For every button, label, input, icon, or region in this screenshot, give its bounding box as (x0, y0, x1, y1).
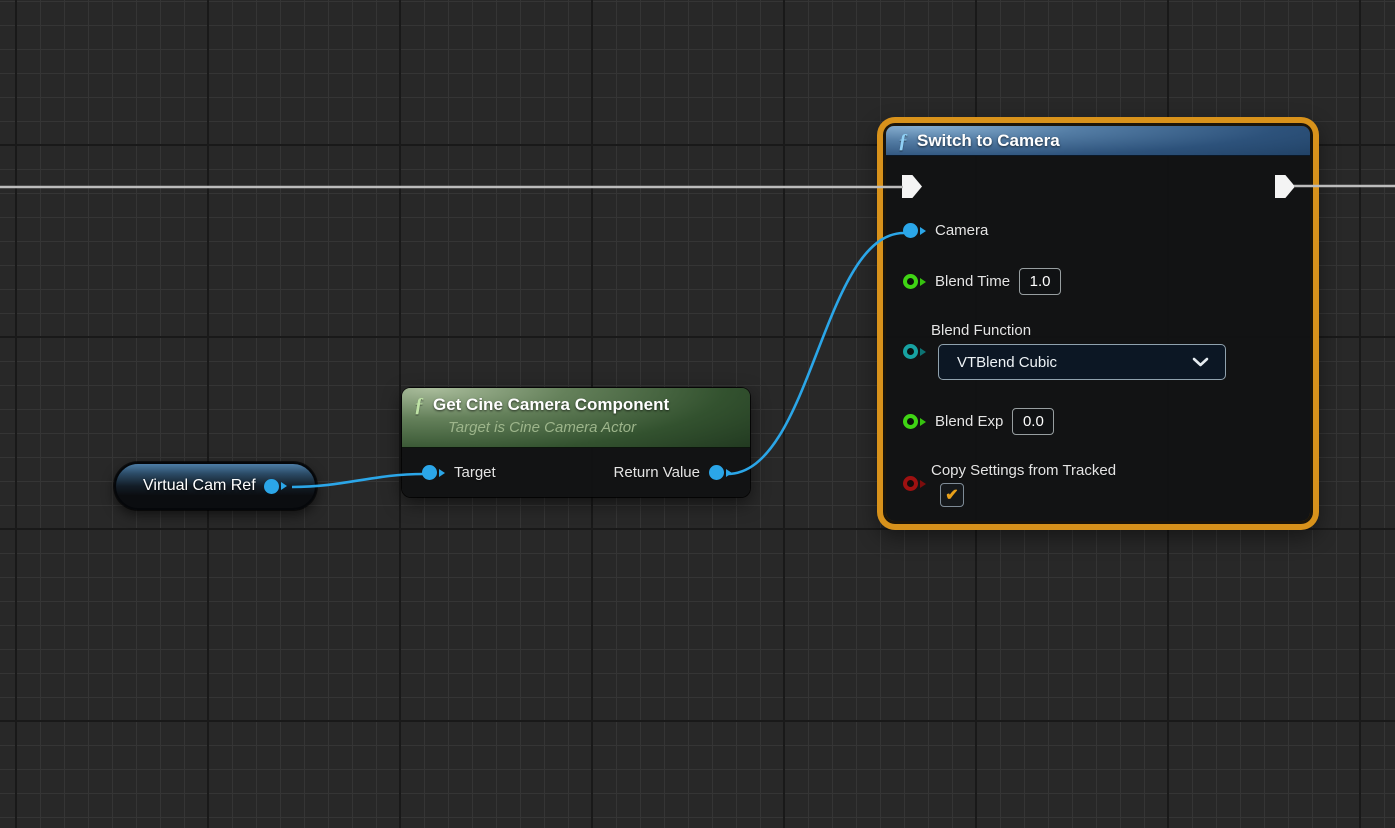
blend-function-pin-row (903, 344, 926, 359)
float-pin-icon (903, 414, 918, 429)
node-header[interactable]: ƒ Get Cine Camera Component Target is Ci… (402, 388, 750, 448)
copy-settings-pin-row (903, 476, 926, 491)
camera-pin-row: Camera (903, 222, 988, 239)
object-pin-icon (422, 465, 437, 480)
target-pin-row: Target (422, 464, 496, 481)
pin-arrow-icon (920, 227, 926, 235)
blend-function-selected-value: VTBlend Cubic (957, 354, 1057, 371)
checkmark-icon: ✔ (945, 485, 958, 505)
blend-exp-pin-label: Blend Exp (935, 413, 1003, 430)
variable-name-label: Virtual Cam Ref (143, 477, 256, 495)
node-header[interactable]: ƒ Switch to Camera (886, 126, 1310, 156)
blend-exp-value-field[interactable]: 0.0 (1012, 408, 1054, 435)
bool-pin-icon (903, 476, 918, 491)
wire-return-value-to-camera[interactable] (727, 233, 904, 474)
pin-arrow-icon (920, 348, 926, 356)
blend-function-dropdown[interactable]: VTBlend Cubic (938, 344, 1226, 380)
node-title: Switch to Camera (917, 131, 1060, 151)
pin-arrow-icon (920, 278, 926, 286)
return-value-pin-label: Return Value (614, 464, 700, 481)
camera-pin-label: Camera (935, 222, 988, 239)
virtual-cam-ref-output-pin[interactable] (264, 479, 287, 494)
exec-input-pin-row (902, 175, 922, 198)
copy-settings-checkbox[interactable]: ✔ (940, 483, 964, 507)
camera-input-pin[interactable] (903, 223, 926, 238)
target-input-pin[interactable] (422, 465, 445, 480)
return-value-output-pin[interactable] (709, 465, 732, 480)
copy-settings-input-pin[interactable] (903, 476, 926, 491)
target-pin-label: Target (454, 464, 496, 481)
function-icon: ƒ (414, 395, 424, 415)
function-icon: ƒ (898, 131, 908, 151)
pin-arrow-icon (726, 469, 732, 477)
object-pin-icon (264, 479, 279, 494)
node-virtual-cam-ref[interactable]: Virtual Cam Ref (114, 462, 317, 510)
blend-time-pin-label: Blend Time (935, 273, 1010, 290)
blend-time-input-pin[interactable] (903, 274, 926, 289)
blend-function-input-pin[interactable] (903, 344, 926, 359)
exec-output-pin-icon[interactable] (1275, 175, 1295, 198)
node-switch-to-camera[interactable]: ƒ Switch to Camera Camera Blend Time 1.0 (886, 126, 1310, 521)
blend-function-pin-label: Blend Function (931, 322, 1031, 339)
chevron-down-icon (1192, 357, 1209, 368)
object-pin-icon (903, 223, 918, 238)
blend-time-value-field[interactable]: 1.0 (1019, 268, 1061, 295)
pin-arrow-icon (920, 418, 926, 426)
exec-input-pin-icon[interactable] (902, 175, 922, 198)
node-subtitle: Target is Cine Camera Actor (448, 419, 636, 436)
blend-exp-pin-row: Blend Exp 0.0 (903, 408, 1054, 435)
exec-output-pin-row (1275, 175, 1295, 198)
float-pin-icon (903, 274, 918, 289)
enum-pin-icon (903, 344, 918, 359)
blend-time-pin-row: Blend Time 1.0 (903, 268, 1061, 295)
node-get-cine-camera-component[interactable]: ƒ Get Cine Camera Component Target is Ci… (402, 388, 750, 497)
blend-exp-input-pin[interactable] (903, 414, 926, 429)
return-value-pin-row: Return Value (614, 464, 732, 481)
pin-arrow-icon (281, 482, 287, 490)
pin-arrow-icon (920, 480, 926, 488)
blueprint-graph-canvas[interactable]: Virtual Cam Ref ƒ Get Cine Camera Compon… (0, 0, 1395, 828)
node-title: Get Cine Camera Component (433, 395, 669, 415)
object-pin-icon (709, 465, 724, 480)
pin-arrow-icon (439, 469, 445, 477)
copy-settings-pin-label: Copy Settings from Tracked (931, 462, 1116, 479)
